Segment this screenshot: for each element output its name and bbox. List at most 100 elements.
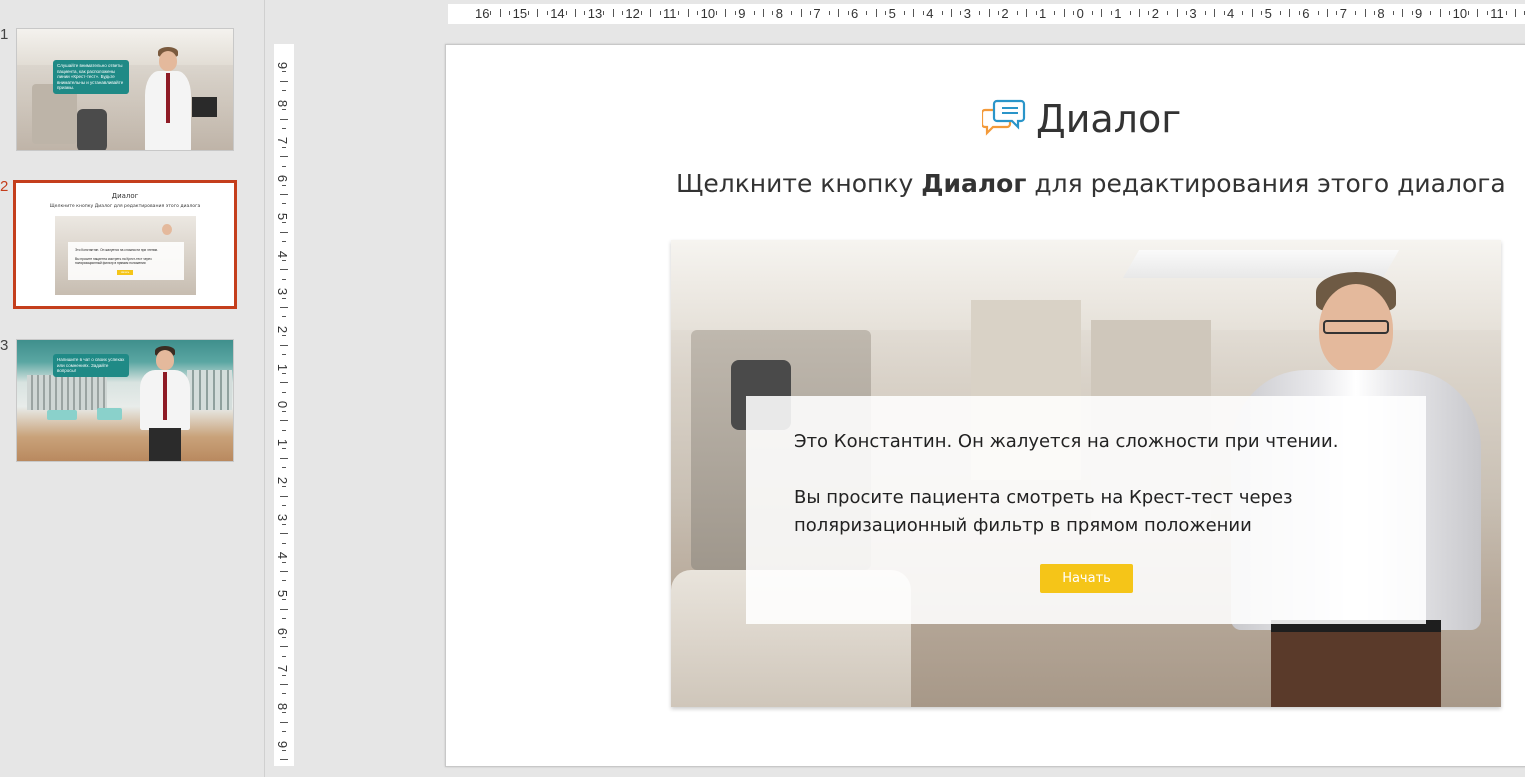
ruler-label: 14 — [550, 6, 565, 21]
ruler-tick — [791, 11, 793, 15]
ruler-tick — [282, 561, 286, 563]
ruler-tick — [282, 278, 286, 280]
ruler-tick — [960, 11, 962, 15]
slide-canvas[interactable]: Диалог Щелкните кнопку Диалог для редакт… — [445, 44, 1525, 767]
ruler-label: 8 — [275, 702, 291, 711]
ruler-tick — [537, 9, 539, 17]
ruler-tick — [282, 750, 286, 752]
ruler-tick — [282, 618, 286, 620]
ruler-tick — [1092, 11, 1093, 15]
dialog-line-2a: Вы просите пациента смотреть на Крест-те… — [794, 487, 1293, 508]
ruler-tick — [282, 297, 286, 299]
ruler-tick — [575, 9, 576, 17]
ruler-tick — [282, 241, 286, 243]
ruler-tick — [828, 11, 830, 15]
ruler-tick — [988, 9, 990, 17]
ruler-label: 8 — [1377, 6, 1385, 21]
ruler-tick — [650, 9, 652, 17]
title-row: Диалог — [980, 97, 1181, 141]
ruler-tick — [922, 11, 924, 15]
ruler-tick — [659, 11, 661, 15]
ruler-tick — [280, 608, 288, 610]
slide-thumbnail-1[interactable]: Слушайте внимательно ответы пациента, ка… — [16, 28, 234, 151]
ruler-label: 5 — [275, 212, 291, 220]
ruler-label: 3 — [1189, 6, 1197, 21]
slide-number-3: 3 — [0, 337, 9, 354]
ruler-label: 6 — [275, 627, 291, 635]
subtitle-text-post: для редактирования этого диалога — [1026, 169, 1506, 198]
ruler-tick — [1242, 11, 1244, 15]
ruler-tick — [528, 11, 529, 15]
ruler-tick — [1176, 9, 1178, 17]
ruler-tick — [1204, 11, 1206, 15]
ruler-tick — [282, 523, 286, 525]
ruler-label: 9 — [738, 6, 746, 21]
ruler-tick — [1026, 9, 1028, 17]
ruler-tick — [1054, 11, 1056, 15]
ruler-tick — [1016, 11, 1018, 15]
ruler-tick — [490, 11, 492, 15]
ruler-tick — [282, 731, 286, 733]
ruler-tick — [282, 203, 286, 205]
ruler-tick — [280, 721, 288, 723]
ruler-tick — [678, 11, 680, 15]
ruler-label: 10 — [700, 6, 716, 21]
ruler-tick — [280, 193, 288, 195]
ruler-label: 9 — [275, 740, 291, 748]
ruler-tick — [282, 222, 286, 224]
ruler-tick — [838, 9, 840, 17]
ruler-tick — [282, 674, 286, 676]
ruler-tick — [875, 9, 877, 17]
clinic-photo[interactable]: Это Константин. Он жалуется на сложности… — [671, 240, 1501, 707]
ruler-tick — [280, 570, 288, 572]
ruler-tick — [913, 9, 915, 17]
ruler-label: 2 — [1151, 6, 1160, 21]
ruler-label: 1 — [1114, 6, 1122, 21]
ruler-label: 13 — [587, 6, 603, 21]
ruler-label: 9 — [1415, 6, 1423, 21]
ruler-tick — [282, 184, 286, 186]
ruler-tick — [282, 335, 286, 337]
ruler-tick — [280, 684, 288, 686]
subtitle-text-pre: Щелкните кнопку — [676, 169, 922, 198]
ruler-label: 8 — [775, 6, 784, 21]
ruler-tick — [280, 118, 288, 120]
start-button[interactable]: Начать — [1040, 564, 1133, 593]
ruler-tick — [1035, 11, 1037, 15]
slide-number-1: 1 — [0, 26, 9, 43]
slide-thumbnails-pane: 1 Слушайте внимательно ответы пациента, … — [0, 0, 265, 777]
ruler-label: 5 — [1264, 6, 1272, 21]
ruler-tick — [282, 410, 286, 412]
ruler-label: 7 — [275, 137, 291, 145]
ruler-tick — [941, 11, 943, 15]
ruler-tick — [1449, 11, 1451, 15]
ruler-label: 5 — [275, 589, 291, 597]
slide-thumbnail-2[interactable]: Диалог Щелкните кнопку Диалог для редакт… — [13, 180, 237, 309]
thumb-dialog-line2: Вы просите пациента смотреть на Крест-те… — [75, 257, 152, 265]
optician-scene-image: Напишите в чат о своих успехах или сомне… — [17, 340, 233, 461]
ruler-tick — [1101, 9, 1103, 17]
ruler-tick — [1129, 11, 1131, 15]
ruler-label: 7 — [1339, 6, 1348, 21]
slide-subtitle: Щелкните кнопку Диалог для редактировани… — [676, 169, 1506, 198]
ruler-tick — [282, 373, 286, 375]
ruler-tick — [622, 11, 623, 15]
ruler-label: 16 — [475, 6, 490, 21]
ruler-label: 4 — [275, 250, 291, 258]
ruler-tick — [734, 11, 736, 15]
ruler-label: 1 — [275, 438, 291, 447]
ruler-label: 6 — [275, 174, 291, 183]
ruler-tick — [951, 9, 952, 17]
ruler-tick — [282, 127, 286, 129]
ruler-tick — [280, 382, 288, 384]
ruler-tick — [1223, 11, 1225, 15]
thumb-start-button: Начать — [117, 270, 133, 275]
ruler-tick — [1355, 11, 1357, 15]
ruler-tick — [1261, 11, 1263, 15]
ruler-tick — [509, 11, 511, 15]
slide-thumbnail-3[interactable]: Напишите в чат о своих успехах или сомне… — [16, 339, 234, 462]
doctor-figure — [137, 346, 193, 461]
doctor-figure — [143, 47, 193, 150]
ruler-tick — [1468, 11, 1469, 15]
vertical-ruler: 9 8 7 6 5 4 3 2 1 0 1 2 3 4 5 6 7 8 9 — [274, 44, 294, 766]
